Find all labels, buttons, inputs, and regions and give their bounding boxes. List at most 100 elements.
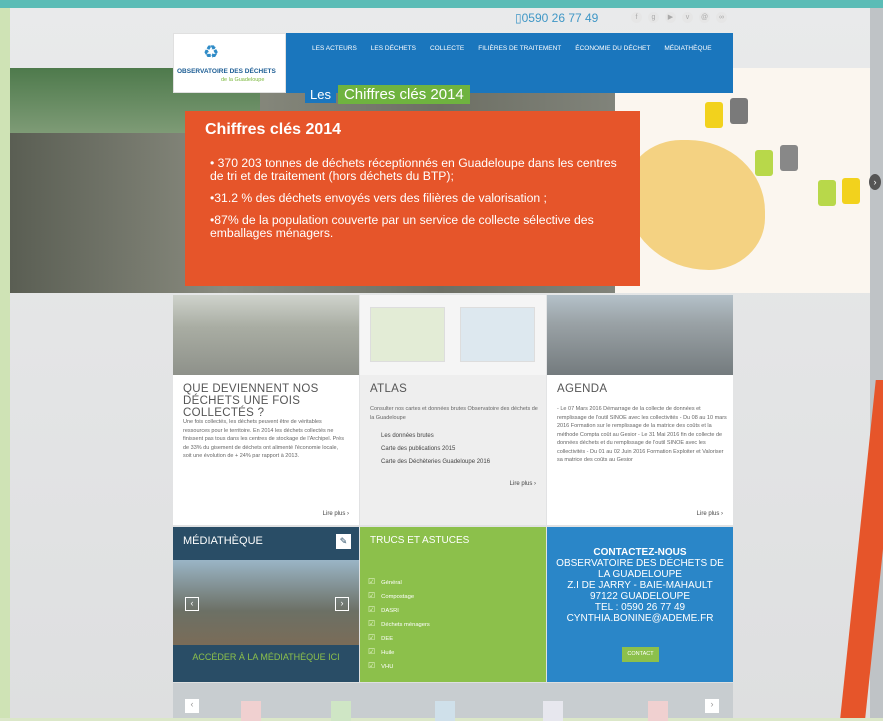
site-logo[interactable]: ♻ OBSERVATOIRE DES DÉCHETS de la Guadelo… bbox=[173, 33, 286, 93]
media-title: MÉDIATHÈQUE bbox=[183, 535, 263, 547]
contact-line: Z.I DE JARRY - BAIE-MAHAULT bbox=[567, 580, 713, 591]
nav-collecte[interactable]: COLLECTE bbox=[430, 45, 464, 52]
tip-item[interactable]: ☑ DEE bbox=[368, 633, 393, 642]
col-dechets-title: QUE DEVIENNENT NOS DÉCHETS UNE FOIS COLL… bbox=[183, 383, 319, 419]
contact-block: CONTACTEZ-NOUS OBSERVATOIRE DES DÉCHETS … bbox=[547, 527, 733, 682]
badge-title: Chiffres clés 2014 bbox=[337, 85, 470, 104]
gravel-image bbox=[173, 295, 359, 375]
tip-item[interactable]: ☑ Général bbox=[368, 577, 402, 586]
partners-next-button[interactable]: › bbox=[705, 699, 719, 713]
nav-mediatheque[interactable]: MÉDIATHÈQUE bbox=[664, 45, 711, 52]
contact-title: CONTACTEZ-NOUS bbox=[593, 547, 687, 558]
tips-block: TRUCS ET ASTUCES ☑ Général ☑ Compostage ☑ D… bbox=[360, 527, 546, 682]
key-figure-item: •87% de la population couverte par un se… bbox=[210, 213, 594, 240]
badge-les: Les bbox=[305, 86, 336, 103]
social-links: f g ▶ v @ ∞ bbox=[631, 12, 727, 23]
nav-filieres[interactable]: FILIÈRES DE TRAITEMENT bbox=[478, 45, 561, 52]
contact-line: TEL : 0590 26 77 49 bbox=[594, 602, 686, 613]
atlas-link[interactable]: Les données brutes bbox=[381, 433, 434, 439]
contact-button[interactable]: CONTACT bbox=[622, 647, 659, 662]
partner-logo[interactable] bbox=[543, 701, 563, 721]
contact-info: CONTACTEZ-NOUS OBSERVATOIRE DES DÉCHETS … bbox=[547, 547, 733, 624]
read-more-link[interactable]: Lire plus › bbox=[510, 481, 536, 487]
tip-item[interactable]: ☑ Déchets ménagers bbox=[368, 619, 430, 628]
check-icon: ☑ bbox=[368, 647, 376, 656]
atlas-map-thumb bbox=[370, 307, 445, 362]
partners-carousel: ‹ › bbox=[173, 683, 733, 721]
bin-icon bbox=[842, 178, 860, 204]
bin-icon bbox=[755, 150, 773, 176]
nav-economie[interactable]: ÉCONOMIE DU DÉCHET bbox=[575, 45, 650, 52]
col-dechets-text: Une fois collectés, les déchets peuvent … bbox=[183, 419, 344, 459]
col-agenda: AGENDA - Le 07 Mars 2016 Démarrage de la… bbox=[547, 375, 733, 525]
check-icon: ☑ bbox=[368, 633, 376, 642]
media-next-button[interactable]: › bbox=[335, 597, 349, 611]
media-prev-button[interactable]: ‹ bbox=[185, 597, 199, 611]
read-more-link[interactable]: Lire plus › bbox=[323, 511, 349, 517]
col-dechets: QUE DEVIENNENT NOS DÉCHETS UNE FOIS COLL… bbox=[173, 375, 359, 525]
media-cta-link[interactable]: ACCÉDER À LA MÉDIATHÈQUE ICI bbox=[183, 652, 349, 663]
media-block: MÉDIATHÈQUE ✎ ‹ › ACCÉDER À LA MÉDIATHÈQ… bbox=[173, 527, 359, 682]
tip-item[interactable]: ☑ DASRI bbox=[368, 605, 399, 614]
logo-name: OBSERVATOIRE DES DÉCHETS bbox=[177, 68, 276, 75]
tip-item[interactable]: ☑ Compostage bbox=[368, 591, 414, 600]
col-agenda-text: - Le 07 Mars 2016 Démarrage de la collec… bbox=[557, 406, 727, 463]
atlas-link[interactable]: Carte des publications 2015 bbox=[381, 446, 455, 452]
check-icon: ☑ bbox=[368, 577, 376, 586]
key-figures-panel: Chiffres clés 2014 • 370 203 tonnes de d… bbox=[185, 111, 640, 286]
vimeo-icon[interactable]: v bbox=[682, 12, 693, 23]
main-nav: LES ACTEURS LES DÉCHETS COLLECTE FILIÈRE… bbox=[312, 45, 712, 52]
car-wreck-image bbox=[547, 295, 733, 375]
phone-label: 0590 26 77 49 bbox=[521, 11, 599, 25]
partners-prev-button[interactable]: ‹ bbox=[185, 699, 199, 713]
key-figures-list: • 370 203 tonnes de déchets réceptionnés… bbox=[210, 157, 630, 249]
slider-next-button[interactable]: › bbox=[869, 174, 881, 190]
col-atlas-text: Consulter nos cartes et données brutes O… bbox=[370, 406, 538, 421]
contact-line: OBSERVATOIRE DES DÉCHETS DE bbox=[556, 558, 724, 569]
partner-logo[interactable] bbox=[435, 701, 455, 721]
read-more-link[interactable]: Lire plus › bbox=[697, 511, 723, 517]
col-agenda-title: AGENDA bbox=[557, 383, 608, 395]
check-icon: ☑ bbox=[368, 605, 376, 614]
top-bar bbox=[0, 0, 883, 8]
key-figure-item: •31.2 % des déchets envoyés vers des fil… bbox=[210, 191, 547, 205]
contact-line: LA GUADELOUPE bbox=[598, 569, 682, 580]
check-icon: ☑ bbox=[368, 661, 376, 670]
atlas-link[interactable]: Carte des Déchèteries Guadeloupe 2016 bbox=[381, 459, 490, 465]
facebook-icon[interactable]: f bbox=[631, 12, 642, 23]
partner-logo[interactable] bbox=[331, 701, 351, 721]
check-icon: ☑ bbox=[368, 619, 376, 628]
check-icon: ☑ bbox=[368, 591, 376, 600]
tip-item[interactable]: ☑ Huile bbox=[368, 647, 394, 656]
bin-icon bbox=[705, 102, 723, 128]
youtube-icon[interactable]: ▶ bbox=[665, 12, 676, 23]
bin-icon bbox=[730, 98, 748, 124]
phone-icon: ▯ bbox=[515, 11, 522, 25]
logo-icon: ♻ bbox=[203, 42, 220, 62]
partner-logo[interactable] bbox=[241, 701, 261, 721]
atlas-map-thumb bbox=[460, 307, 535, 362]
nav-les-acteurs[interactable]: LES ACTEURS bbox=[312, 45, 357, 52]
contact-email[interactable]: CYNTHIA.BONINE@ADEME.FR bbox=[547, 613, 733, 624]
mail-icon[interactable]: @ bbox=[699, 12, 710, 23]
bin-icon bbox=[780, 145, 798, 171]
left-strip bbox=[0, 0, 10, 718]
bin-icon bbox=[818, 180, 836, 206]
contact-line: 97122 GUADELOUPE bbox=[589, 591, 691, 602]
tip-item[interactable]: ☑ VHU bbox=[368, 661, 393, 670]
share-icon[interactable]: ∞ bbox=[716, 12, 727, 23]
nav-les-dechets[interactable]: LES DÉCHETS bbox=[371, 45, 416, 52]
partner-logo[interactable] bbox=[648, 701, 668, 721]
key-figure-item: • 370 203 tonnes de déchets réceptionnés… bbox=[210, 156, 617, 183]
logo-subtitle: de la Guadeloupe bbox=[221, 77, 265, 83]
atlas-image bbox=[360, 295, 546, 375]
col-atlas-title: ATLAS bbox=[370, 383, 408, 395]
google-icon[interactable]: g bbox=[648, 12, 659, 23]
link-icon[interactable]: ✎ bbox=[336, 534, 351, 549]
phone-number[interactable]: ▯0590 26 77 49 bbox=[515, 11, 598, 25]
col-atlas: ATLAS Consulter nos cartes et données br… bbox=[360, 375, 546, 525]
hero-badge: Les Chiffres clés 2014 bbox=[305, 85, 470, 104]
key-figures-title: Chiffres clés 2014 bbox=[205, 121, 342, 138]
tips-title: TRUCS ET ASTUCES bbox=[370, 535, 470, 546]
media-photo bbox=[173, 560, 359, 645]
